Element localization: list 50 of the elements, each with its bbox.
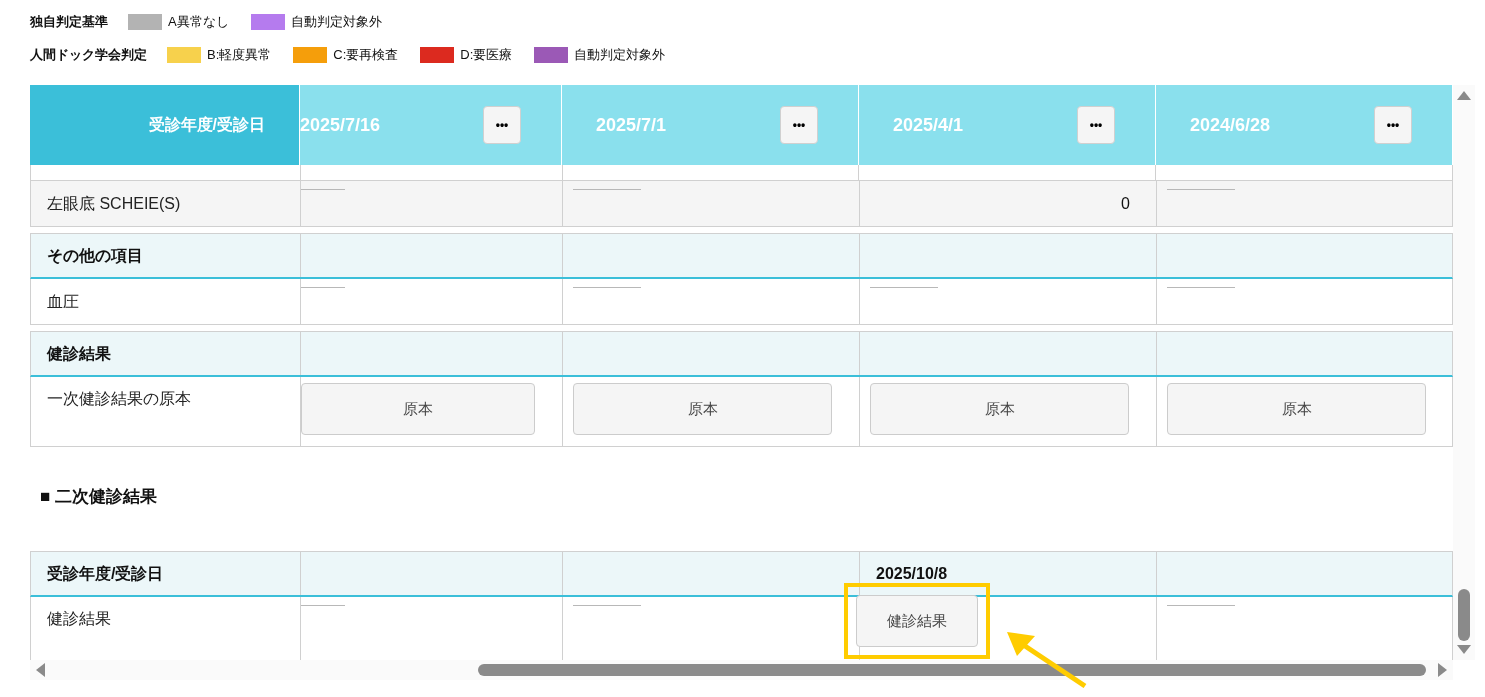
original-button[interactable]: 原本: [870, 383, 1129, 435]
empty-dash: [573, 287, 641, 288]
scroll-left-icon[interactable]: [36, 663, 45, 677]
header-label: 受診年度/受診日: [148, 115, 265, 135]
row-label: 一次健診結果の原本: [47, 389, 191, 409]
scroll-thumb[interactable]: [478, 664, 1426, 676]
section-heading: ■ 二次健診結果: [40, 486, 157, 509]
scroll-thumb[interactable]: [1458, 589, 1470, 641]
date-text: 2025/10/8: [876, 563, 948, 584]
legend-label: D:要医療: [460, 46, 513, 65]
scroll-up-icon[interactable]: [1457, 91, 1471, 100]
legend-label: A異常なし: [168, 13, 229, 32]
row-label: 血圧: [47, 291, 79, 312]
more-button[interactable]: •••: [1374, 106, 1412, 144]
date-header: 2025/4/1: [893, 113, 964, 137]
more-button[interactable]: •••: [1077, 106, 1115, 144]
empty-dash: [573, 605, 641, 606]
legend-title: 独自判定基準: [30, 13, 108, 32]
date-header: 2025/7/16: [300, 113, 381, 137]
original-button[interactable]: 原本: [301, 383, 535, 435]
original-button[interactable]: 原本: [1167, 383, 1426, 435]
empty-dash: [1167, 605, 1235, 606]
empty-dash: [1167, 287, 1235, 288]
empty-dash: [870, 287, 938, 288]
row-label: 左眼底 SCHEIE(S): [47, 193, 181, 214]
result-button[interactable]: 健診結果: [856, 595, 978, 647]
scroll-right-icon[interactable]: [1438, 663, 1447, 677]
legend-label: B:軽度異常: [207, 46, 272, 65]
empty-dash: [573, 189, 641, 190]
more-button[interactable]: •••: [483, 106, 521, 144]
empty-dash: [301, 189, 345, 190]
legend-title: 人間ドック学会判定: [30, 46, 147, 65]
row-label: 健診結果: [47, 609, 111, 629]
date-header: 2024/6/28: [1190, 113, 1271, 137]
section-title: 健診結果: [47, 343, 111, 364]
empty-dash: [301, 287, 345, 288]
legend-label: C:要再検査: [333, 46, 399, 65]
original-button[interactable]: 原本: [573, 383, 832, 435]
vertical-scrollbar[interactable]: [1453, 85, 1475, 660]
legend-label: 自動判定対象外: [574, 46, 666, 65]
scroll-down-icon[interactable]: [1457, 645, 1471, 654]
date-header: 2025/7/1: [596, 113, 667, 137]
empty-dash: [1167, 189, 1235, 190]
legend-label: 自動判定対象外: [290, 13, 382, 32]
value-text: 0: [1121, 193, 1130, 214]
empty-dash: [301, 605, 345, 606]
section-title: その他の項目: [47, 245, 143, 266]
more-button[interactable]: •••: [780, 106, 818, 144]
horizontal-scrollbar[interactable]: [30, 660, 1453, 680]
section-title: 受診年度/受診日: [47, 563, 164, 584]
